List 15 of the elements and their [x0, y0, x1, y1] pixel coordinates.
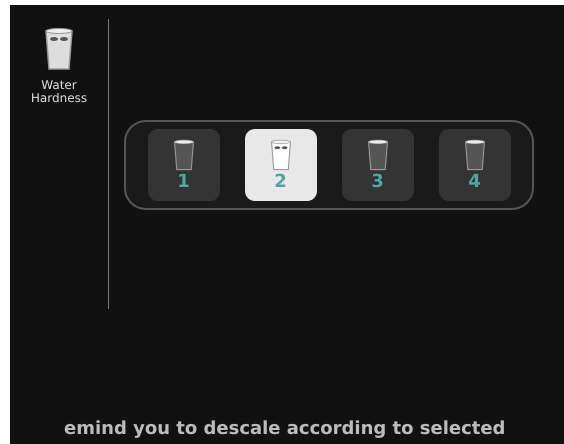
- glass-icon: [172, 139, 194, 171]
- glass-icon: [366, 139, 388, 171]
- glass-icon: [270, 139, 292, 171]
- level-number: 4: [468, 173, 481, 191]
- hardness-level-card[interactable]: 1: [148, 129, 220, 201]
- level-number: 3: [371, 173, 384, 191]
- water-glass-icon: [44, 27, 74, 71]
- level-number: 2: [274, 173, 287, 191]
- sidebar-label: Water Hardness: [30, 79, 88, 104]
- hardness-level-card[interactable]: 3: [342, 129, 414, 201]
- glass-icon: [464, 139, 486, 171]
- hardness-level-card[interactable]: 2: [244, 129, 316, 201]
- hardness-level-card[interactable]: 4: [438, 129, 510, 201]
- descale-message: emind you to descale according to selected: [64, 418, 506, 440]
- level-number: 1: [177, 173, 190, 191]
